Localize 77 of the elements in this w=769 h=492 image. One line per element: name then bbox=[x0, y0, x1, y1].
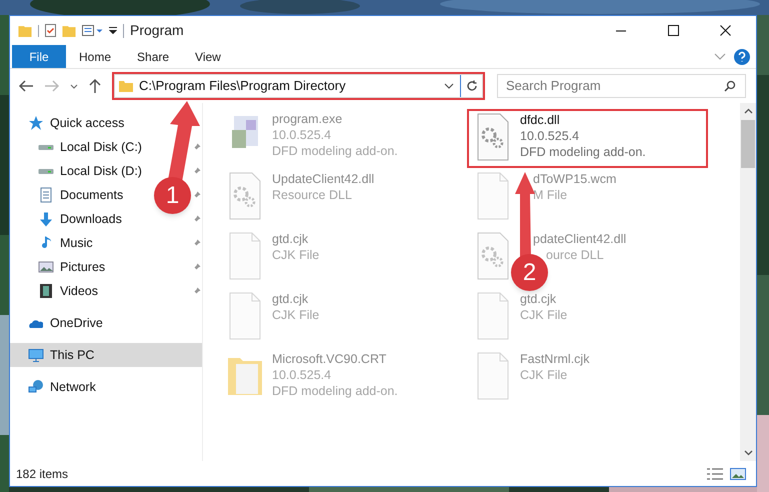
expand-ribbon-icon[interactable] bbox=[714, 53, 726, 60]
minimize-icon[interactable] bbox=[616, 30, 626, 32]
details-view-icon[interactable] bbox=[706, 468, 724, 480]
nav-item[interactable]: This PC bbox=[10, 343, 202, 367]
nav-item[interactable]: Music bbox=[60, 234, 93, 252]
monitor-icon bbox=[28, 348, 44, 362]
file-menu-button[interactable]: File bbox=[12, 45, 66, 68]
nav-item[interactable]: Quick access bbox=[50, 114, 124, 132]
folder-icon bbox=[119, 80, 133, 92]
download-icon bbox=[39, 212, 53, 226]
back-arrow-icon[interactable] bbox=[18, 79, 34, 93]
file-detail: DFD modeling add-on. bbox=[520, 144, 646, 160]
pin-icon[interactable] bbox=[192, 286, 201, 296]
picture-icon bbox=[38, 261, 54, 273]
document-icon bbox=[40, 187, 52, 203]
scroll-up-icon[interactable] bbox=[744, 108, 752, 114]
pin-icon[interactable] bbox=[192, 238, 201, 248]
nav-item[interactable]: Local Disk (C:) bbox=[60, 138, 142, 156]
file-detail: ource DLL bbox=[546, 247, 604, 263]
file-detail: DFD modeling add-on. bbox=[272, 383, 398, 399]
layout-icon[interactable] bbox=[82, 25, 103, 36]
pin-icon[interactable] bbox=[192, 262, 201, 272]
scrollbar[interactable] bbox=[740, 103, 756, 461]
network-icon bbox=[28, 380, 44, 394]
nav-item[interactable]: OneDrive bbox=[50, 314, 103, 332]
dropdown-caret-icon[interactable] bbox=[444, 83, 454, 89]
pin-icon[interactable] bbox=[192, 214, 201, 224]
window-title: Program bbox=[130, 21, 184, 40]
pin-icon[interactable] bbox=[192, 166, 201, 176]
file-detail: 10.0.525.4 bbox=[520, 128, 580, 144]
tiles-view-icon[interactable] bbox=[730, 468, 746, 480]
address-bar[interactable]: C:\Program Files\Program Directory bbox=[114, 74, 483, 98]
maximize-icon[interactable] bbox=[668, 25, 678, 36]
folder-icon[interactable] bbox=[18, 24, 32, 36]
pin-icon[interactable] bbox=[192, 190, 201, 200]
file-detail: Resource DLL bbox=[272, 187, 352, 203]
folder-icon[interactable] bbox=[62, 24, 76, 36]
file-detail: 10.0.525.4 bbox=[272, 127, 332, 143]
item-count: 182 items bbox=[16, 466, 68, 482]
recent-locations-icon[interactable] bbox=[70, 84, 78, 88]
cloud-icon bbox=[29, 318, 43, 328]
file-detail: CJK File bbox=[520, 367, 568, 383]
scroll-down-icon[interactable] bbox=[744, 450, 752, 456]
ribbon-tab[interactable]: Share bbox=[124, 45, 182, 68]
nav-item[interactable]: Downloads bbox=[60, 210, 122, 228]
nav-item[interactable]: Network bbox=[50, 378, 96, 396]
star-icon bbox=[28, 116, 44, 130]
ribbon-tab[interactable]: Home bbox=[66, 45, 124, 68]
nav-item[interactable]: Pictures bbox=[60, 258, 106, 276]
nav-item[interactable]: Videos bbox=[60, 282, 98, 300]
pin-icon[interactable] bbox=[192, 142, 201, 152]
help-icon[interactable] bbox=[734, 48, 750, 64]
nav-item[interactable]: Local Disk (D:) bbox=[60, 162, 142, 180]
film-icon bbox=[40, 284, 52, 298]
file-detail: DFD modeling add-on. bbox=[272, 143, 398, 159]
file-detail: CJK File bbox=[272, 307, 320, 323]
address-path: C:\Program Files\Program Directory bbox=[139, 77, 346, 96]
properties-icon[interactable] bbox=[45, 24, 56, 37]
nav-label: This PC bbox=[50, 346, 94, 364]
customize-icon[interactable] bbox=[109, 27, 117, 34]
ribbon-tab[interactable]: View bbox=[182, 45, 234, 68]
search-field[interactable]: Search Program bbox=[497, 74, 746, 98]
up-arrow-icon[interactable] bbox=[88, 78, 102, 94]
drive-icon bbox=[38, 144, 54, 150]
search-icon bbox=[724, 80, 736, 92]
file-detail: 10.0.525.4 bbox=[272, 367, 332, 383]
refresh-icon bbox=[466, 80, 478, 92]
file-detail: CJK File bbox=[520, 307, 568, 323]
music-note-icon bbox=[42, 236, 50, 250]
nav-item[interactable]: Documents bbox=[60, 186, 124, 204]
close-icon[interactable] bbox=[720, 25, 730, 36]
file-detail: CJK File bbox=[272, 247, 320, 263]
file-name[interactable]: dfdc.dll bbox=[520, 112, 560, 128]
drive-icon bbox=[38, 168, 54, 174]
forward-arrow-icon[interactable] bbox=[44, 79, 60, 93]
scrollbar-thumb[interactable] bbox=[741, 120, 755, 168]
file-detail: M File bbox=[533, 187, 568, 203]
